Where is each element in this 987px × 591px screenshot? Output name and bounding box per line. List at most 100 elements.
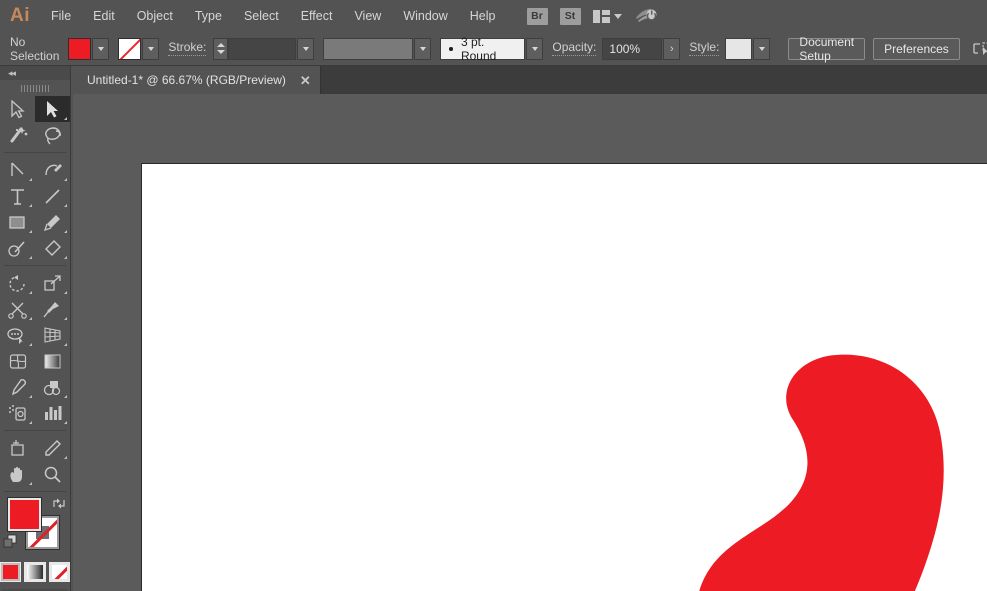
symbol-sprayer-tool[interactable]: [0, 400, 35, 426]
curvature-pen-icon: [43, 161, 63, 180]
swap-fill-stroke-icon[interactable]: [52, 497, 66, 510]
artboard-tool[interactable]: [0, 435, 35, 461]
eraser-tool[interactable]: [35, 235, 70, 261]
none-mode-button[interactable]: [49, 562, 70, 582]
preferences-button[interactable]: Preferences: [873, 38, 960, 60]
eraser-icon: [43, 239, 62, 258]
style-dropdown-button[interactable]: [753, 38, 770, 60]
pen-icon: [9, 161, 27, 180]
stroke-weight-stepper[interactable]: [213, 38, 228, 60]
direct-selection-tool[interactable]: [35, 96, 70, 122]
eyedropper-tool[interactable]: [0, 374, 35, 400]
menu-object[interactable]: Object: [126, 0, 184, 32]
behance-publish-button[interactable]: [634, 6, 658, 26]
menu-bar-tools: Br St: [527, 6, 658, 26]
document-setup-button[interactable]: Document Setup: [788, 38, 865, 60]
brush-definition-dropdown-button[interactable]: [526, 38, 543, 60]
stroke-swatch[interactable]: [118, 38, 141, 60]
mesh-icon: [8, 352, 28, 371]
color-mode-button[interactable]: [0, 562, 21, 582]
perspective-grid-tool[interactable]: [35, 322, 70, 348]
free-transform-tool[interactable]: [35, 296, 70, 322]
stroke-weight-input[interactable]: [228, 38, 296, 60]
variable-width-dropdown-button[interactable]: [414, 38, 431, 60]
menu-select[interactable]: Select: [233, 0, 290, 32]
menu-type[interactable]: Type: [184, 0, 233, 32]
document-tab[interactable]: Untitled-1* @ 66.67% (RGB/Preview) ✕: [73, 66, 321, 94]
gradient-tool[interactable]: [35, 348, 70, 374]
hand-tool[interactable]: [0, 461, 35, 487]
type-tool[interactable]: [0, 183, 35, 209]
close-icon[interactable]: ✕: [300, 74, 311, 87]
toolbar-divider: [4, 491, 66, 492]
brush-dot-icon: [449, 47, 453, 51]
column-graph-tool[interactable]: [35, 400, 70, 426]
tools-panel-drag-handle[interactable]: [0, 80, 70, 96]
red-bean-shape[interactable]: [679, 348, 959, 591]
blend-tool[interactable]: [35, 374, 70, 400]
variable-width-profile-input[interactable]: [323, 38, 413, 60]
rectangle-icon: [8, 214, 27, 231]
align-selection-icon: [972, 41, 987, 57]
arrange-documents-button[interactable]: [593, 10, 622, 23]
opacity-label[interactable]: Opacity:: [552, 41, 596, 56]
bridge-button[interactable]: Br: [527, 8, 548, 25]
toolbar-fill-swatch[interactable]: [8, 498, 41, 531]
shape-builder-icon: [7, 326, 29, 345]
stroke-label[interactable]: Stroke:: [168, 41, 206, 56]
column-graph-icon: [43, 404, 63, 422]
direct-selection-arrow-icon: [44, 100, 61, 119]
width-tool[interactable]: [0, 296, 35, 322]
behance-publish-icon: [634, 6, 658, 26]
type-T-icon: [9, 187, 26, 206]
menu-edit[interactable]: Edit: [82, 0, 126, 32]
canvas-area[interactable]: [73, 94, 987, 591]
opacity-options-button[interactable]: ›: [663, 38, 680, 60]
brush-definition-label: 3 pt. Round: [461, 35, 516, 63]
menu-view[interactable]: View: [343, 0, 392, 32]
gradient-mode-button[interactable]: [24, 562, 45, 582]
brush-definition-input[interactable]: 3 pt. Round: [440, 38, 525, 60]
menu-effect[interactable]: Effect: [290, 0, 344, 32]
arrange-documents-icon: [593, 10, 610, 23]
shaper-tool[interactable]: [0, 235, 35, 261]
mesh-tool[interactable]: [0, 348, 35, 374]
chevron-down-icon: [759, 47, 765, 51]
tool-group-selection: [0, 96, 70, 148]
opacity-input[interactable]: 100%: [602, 38, 662, 60]
style-label[interactable]: Style:: [689, 41, 719, 56]
pen-tool[interactable]: [0, 157, 35, 183]
menu-file[interactable]: File: [40, 0, 82, 32]
slice-tool[interactable]: [35, 435, 70, 461]
symbol-sprayer-icon: [7, 404, 28, 423]
magic-wand-tool[interactable]: [0, 122, 35, 148]
width-scissors-icon: [8, 300, 28, 319]
fill-dropdown-button[interactable]: [92, 38, 109, 60]
curvature-tool[interactable]: [35, 157, 70, 183]
shape-builder-tool[interactable]: [0, 322, 35, 348]
zoom-tool[interactable]: [35, 461, 70, 487]
rectangle-tool[interactable]: [0, 209, 35, 235]
line-segment-tool[interactable]: [35, 183, 70, 209]
style-swatch[interactable]: [725, 38, 752, 60]
rotate-tool[interactable]: [0, 270, 35, 296]
default-fill-stroke-icon[interactable]: [3, 534, 18, 548]
paintbrush-tool[interactable]: [35, 209, 70, 235]
stroke-weight-dropdown-button[interactable]: [297, 38, 314, 60]
selection-tool[interactable]: [0, 96, 35, 122]
stock-button[interactable]: St: [560, 8, 581, 25]
menu-help[interactable]: Help: [459, 0, 507, 32]
lasso-icon: [42, 126, 64, 145]
gradient-icon: [43, 353, 62, 370]
stepper-up-icon: [217, 43, 225, 47]
align-options-button[interactable]: [972, 41, 987, 57]
toolbar-divider: [4, 152, 66, 153]
scale-tool[interactable]: [35, 270, 70, 296]
stroke-dropdown-button[interactable]: [142, 38, 159, 60]
lasso-tool[interactable]: [35, 122, 70, 148]
tools-panel-collapse-button[interactable]: ◂◂: [0, 66, 70, 80]
stepper-down-icon: [217, 50, 225, 54]
toolbar-divider: [4, 265, 66, 266]
fill-swatch[interactable]: [68, 38, 91, 60]
menu-window[interactable]: Window: [392, 0, 458, 32]
